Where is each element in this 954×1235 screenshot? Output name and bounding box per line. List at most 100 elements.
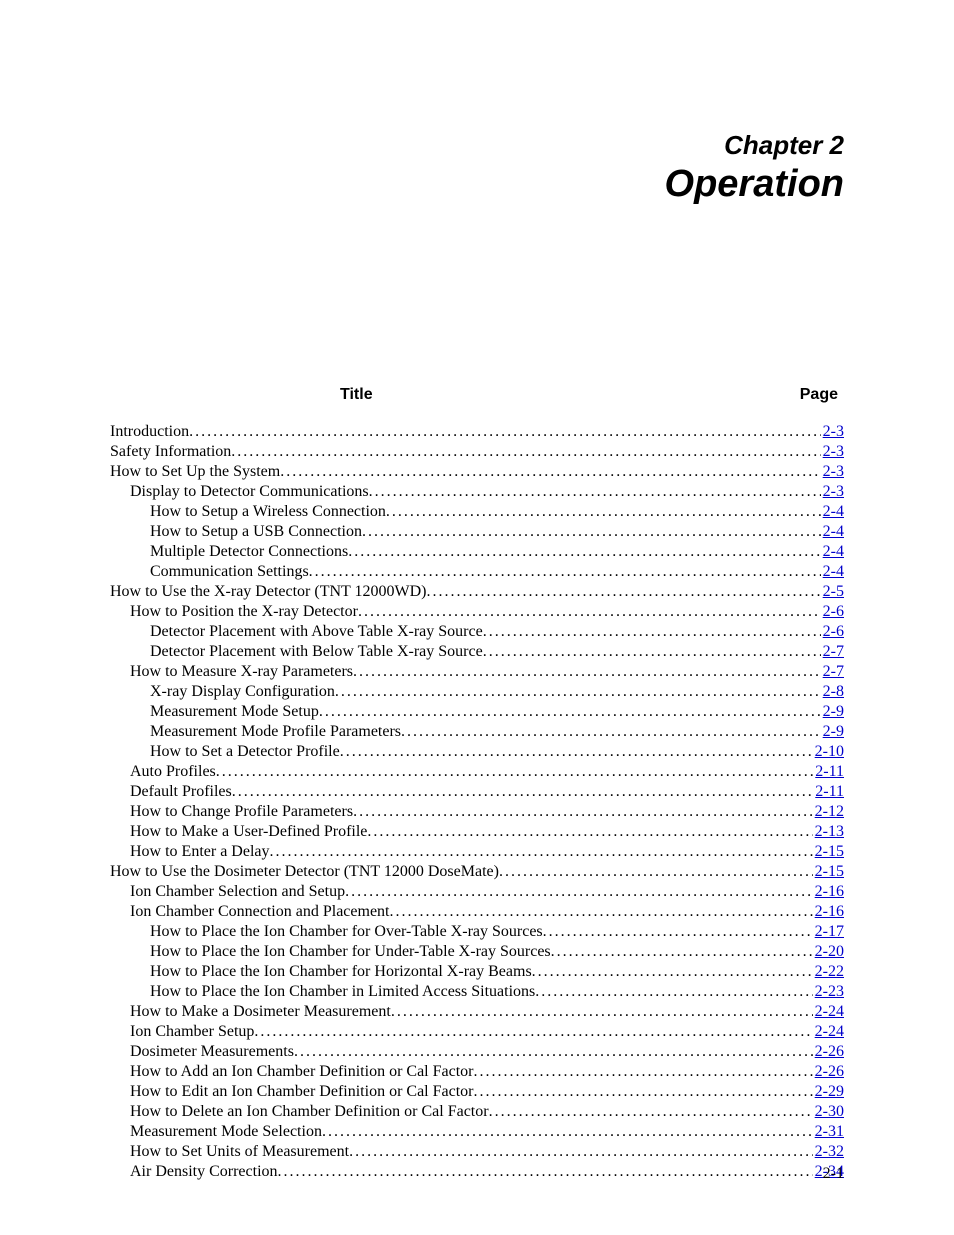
toc-entry: Auto Profiles 2-11	[110, 762, 844, 782]
toc-leader-dots	[294, 1042, 813, 1062]
toc-leader-dots	[358, 602, 821, 622]
toc-entry: Ion Chamber Setup 2-24	[110, 1022, 844, 1042]
toc-entry: Detector Placement with Below Table X-ra…	[110, 642, 844, 662]
toc-page-link[interactable]: 2-10	[813, 742, 844, 762]
toc-entry: Measurement Mode Profile Parameters 2-9	[110, 722, 844, 742]
toc-leader-dots	[532, 962, 813, 982]
toc-entry: How to Edit an Ion Chamber Definition or…	[110, 1082, 844, 1102]
toc-leader-dots	[427, 582, 821, 602]
toc-page-link[interactable]: 2-3	[821, 422, 844, 442]
toc-page-link[interactable]: 2-20	[813, 942, 844, 962]
toc-page-link[interactable]: 2-6	[821, 622, 844, 642]
toc-entry: How to Add an Ion Chamber Definition or …	[110, 1062, 844, 1082]
toc-leader-dots	[322, 1122, 813, 1142]
toc-page-link[interactable]: 2-3	[821, 482, 844, 502]
toc-page-link[interactable]: 2-24	[813, 1022, 844, 1042]
toc-entry-title: Air Density Correction	[130, 1162, 278, 1182]
toc-leader-dots	[349, 1142, 813, 1162]
toc-entry: How to Make a User-Defined Profile2-13	[110, 822, 844, 842]
toc-page-link[interactable]: 2-11	[813, 762, 844, 782]
toc-page-link[interactable]: 2-30	[813, 1102, 844, 1122]
toc-leader-dots	[353, 662, 821, 682]
toc-page-link[interactable]: 2-17	[813, 922, 844, 942]
toc-page-link[interactable]: 2-26	[813, 1062, 844, 1082]
toc-leader-dots	[319, 702, 821, 722]
toc-entry: How to Place the Ion Chamber for Horizon…	[110, 962, 844, 982]
toc-page-link[interactable]: 2-11	[813, 782, 844, 802]
toc-entry-title: How to Measure X-ray Parameters	[130, 662, 353, 682]
toc-page-link[interactable]: 2-4	[821, 542, 844, 562]
toc-page-link[interactable]: 2-16	[813, 902, 844, 922]
toc-leader-dots	[280, 462, 820, 482]
toc-entry-title: How to Enter a Delay	[130, 842, 270, 862]
toc-leader-dots	[231, 442, 820, 462]
toc-entry-title: Ion Chamber Setup	[130, 1022, 254, 1042]
toc-leader-dots	[335, 682, 821, 702]
toc-page-link[interactable]: 2-15	[813, 842, 844, 862]
toc-entry-title: How to Place the Ion Chamber for Horizon…	[150, 962, 532, 982]
toc-page-link[interactable]: 2-7	[821, 642, 844, 662]
toc-column-headers: Title Page	[110, 386, 844, 404]
toc-page-link[interactable]: 2-31	[813, 1122, 844, 1142]
toc-page-link[interactable]: 2-4	[821, 562, 844, 582]
toc-entry-title: Auto Profiles	[130, 762, 216, 782]
toc-leader-dots	[367, 822, 812, 842]
toc-page-link[interactable]: 2-23	[813, 982, 844, 1002]
toc-page-link[interactable]: 2-22	[813, 962, 844, 982]
toc-leader-dots	[340, 742, 813, 762]
toc-page-link[interactable]: 2-3	[821, 462, 844, 482]
toc-leader-dots	[309, 562, 821, 582]
toc-entry-title: Communication Settings	[150, 562, 309, 582]
toc-page-link[interactable]: 2-26	[813, 1042, 844, 1062]
toc-page-link[interactable]: 2-15	[813, 862, 844, 882]
toc-leader-dots	[543, 922, 813, 942]
toc-leader-dots	[535, 982, 812, 1002]
toc-leader-dots	[369, 482, 821, 502]
toc-leader-dots	[348, 542, 820, 562]
toc-entry-title: Ion Chamber Selection and Setup	[130, 882, 345, 902]
toc-header-title: Title	[340, 386, 373, 404]
toc-entry: How to Set Up the System2-3	[110, 462, 844, 482]
toc-entry-title: How to Set Units of Measurement	[130, 1142, 349, 1162]
toc-entry-title: Measurement Mode Selection	[130, 1122, 322, 1142]
toc-entry: How to Enter a Delay 2-15	[110, 842, 844, 862]
toc-entry-title: Display to Detector Communications	[130, 482, 369, 502]
toc-entry-title: Safety Information	[110, 442, 231, 462]
toc-entry-title: How to Add an Ion Chamber Definition or …	[130, 1062, 474, 1082]
toc-page-link[interactable]: 2-32	[813, 1142, 844, 1162]
toc-page-link[interactable]: 2-8	[821, 682, 844, 702]
toc-entry-title: Introduction	[110, 422, 189, 442]
toc-page-link[interactable]: 2-4	[821, 522, 844, 542]
toc-entry-title: How to Position the X-ray Detector	[130, 602, 358, 622]
toc-leader-dots	[473, 1082, 812, 1102]
toc-entry-title: Dosimeter Measurements	[130, 1042, 294, 1062]
toc-page-link[interactable]: 2-6	[821, 602, 844, 622]
toc-page-link[interactable]: 2-16	[813, 882, 844, 902]
toc-page-link[interactable]: 2-3	[821, 442, 844, 462]
toc-leader-dots	[499, 862, 813, 882]
toc-page-link[interactable]: 2-9	[821, 722, 844, 742]
toc-page-link[interactable]: 2-29	[813, 1082, 844, 1102]
toc-leader-dots	[474, 1062, 813, 1082]
toc-entry-title: Default Profiles	[130, 782, 232, 802]
toc-page-link[interactable]: 2-5	[821, 582, 844, 602]
toc-page-link[interactable]: 2-12	[813, 802, 844, 822]
toc-entry-title: How to Set a Detector Profile	[150, 742, 340, 762]
toc-entry: How to Place the Ion Chamber in Limited …	[110, 982, 844, 1002]
toc-entry: X-ray Display Configuration2-8	[110, 682, 844, 702]
chapter-title: Operation	[110, 163, 844, 206]
toc-entry: Multiple Detector Connections2-4	[110, 542, 844, 562]
toc-page-link[interactable]: 2-4	[821, 502, 844, 522]
toc-leader-dots	[362, 522, 821, 542]
toc-entry: Ion Chamber Selection and Setup 2-16	[110, 882, 844, 902]
toc-page-link[interactable]: 2-9	[821, 702, 844, 722]
toc-header-page: Page	[800, 386, 838, 404]
toc-entry-title: Measurement Mode Profile Parameters	[150, 722, 401, 742]
toc-entry: Display to Detector Communications 2-3	[110, 482, 844, 502]
toc-page-link[interactable]: 2-24	[813, 1002, 844, 1022]
chapter-header: Chapter 2 Operation	[110, 130, 844, 206]
toc-entry: How to Use the Dosimeter Detector (TNT 1…	[110, 862, 844, 882]
toc-leader-dots	[216, 762, 813, 782]
toc-page-link[interactable]: 2-7	[821, 662, 844, 682]
toc-page-link[interactable]: 2-13	[813, 822, 844, 842]
